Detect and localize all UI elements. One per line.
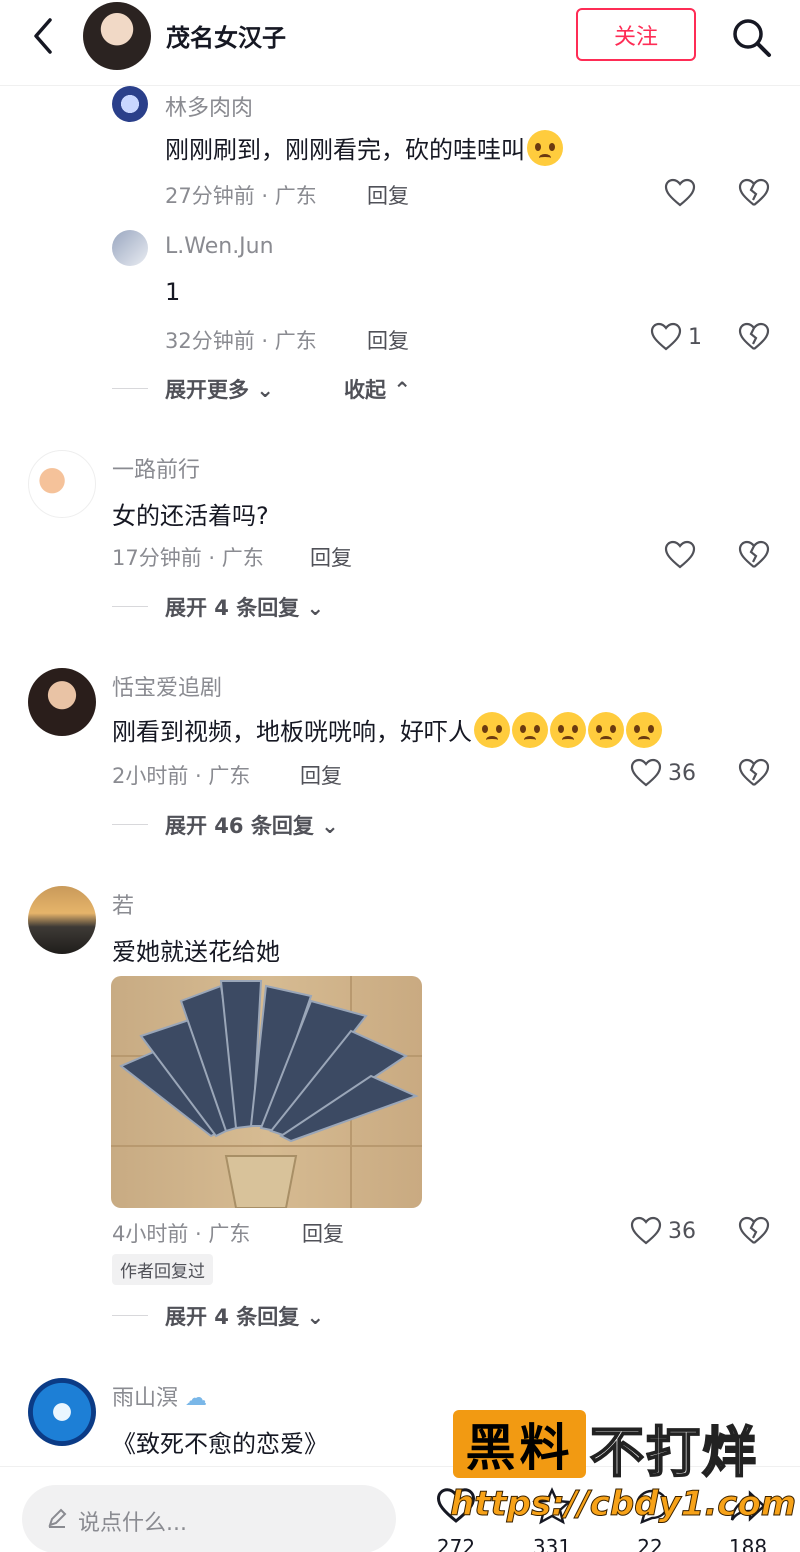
chevron-down-icon: ⌄: [256, 378, 274, 402]
pleading-emoji-icon: [588, 712, 624, 748]
comment-text: 《致死不愈的恋爱》: [112, 1430, 328, 1458]
expand-replies-label: 展开 4 条回复: [165, 1305, 300, 1329]
expand-replies-button[interactable]: 展开 4 条回复 ⌄: [165, 1301, 324, 1331]
knife-bouquet-image: [111, 976, 422, 1208]
top-bar: 茂名女汉子 关注: [0, 0, 800, 86]
reply-button[interactable]: 回复: [367, 325, 409, 355]
comment-text: 女的还活着吗?: [112, 502, 269, 530]
expand-more-button[interactable]: 展开更多 ⌄: [165, 374, 274, 404]
like-count: 1: [688, 324, 702, 350]
heart-icon: [630, 1216, 662, 1245]
comment-time: 4小时前 · 广东: [112, 1222, 251, 1246]
username[interactable]: 茂名女汉子: [166, 18, 286, 53]
broken-heart-icon[interactable]: [738, 178, 770, 208]
laughing-crying-emoji-icon: [527, 130, 563, 166]
chevron-down-icon: ⌄: [306, 596, 325, 620]
comment-text-content: 刚看到视频，地板咣咣响，好吓人: [112, 718, 472, 746]
expand-more-label: 展开更多: [165, 378, 249, 402]
avatar[interactable]: [28, 668, 96, 736]
pleading-emoji-icon: [550, 712, 586, 748]
divider: [112, 388, 148, 389]
pen-icon: [48, 1508, 67, 1528]
favorite-count: 331: [532, 1535, 572, 1552]
comment-time: 17分钟前 · 广东: [112, 546, 264, 570]
expand-replies-button[interactable]: 展开 4 条回复 ⌄: [165, 592, 324, 622]
avatar[interactable]: [112, 86, 148, 122]
comment-author[interactable]: L.Wen.Jun: [165, 234, 274, 259]
broken-heart-icon[interactable]: [738, 540, 770, 570]
heart-icon: [650, 322, 682, 351]
like-count: 36: [668, 760, 696, 786]
avatar[interactable]: [28, 886, 96, 954]
pleading-emoji-icon: [626, 712, 662, 748]
comment-time: 27分钟前 · 广东: [165, 184, 317, 208]
cloud-rain-icon: ☁: [185, 1386, 208, 1411]
comment-author[interactable]: 若: [112, 888, 134, 920]
back-icon[interactable]: [26, 14, 62, 58]
follow-button[interactable]: 关注: [576, 8, 696, 61]
watermark-box: 黑料: [453, 1410, 586, 1478]
comment-text: 刚看到视频，地板咣咣响，好吓人: [112, 712, 662, 748]
expand-replies-label: 展开 46 条回复: [165, 814, 314, 838]
like-button[interactable]: 36: [630, 1216, 696, 1246]
comment-text-content: 刚刚刷到，刚刚看完，砍的哇哇叫: [165, 136, 525, 164]
reply-button[interactable]: 回复: [367, 180, 409, 210]
like-count: 272: [436, 1535, 476, 1552]
watermark-text: 不打烊: [589, 1420, 758, 1485]
reply-button[interactable]: 回复: [310, 542, 352, 572]
comment-author[interactable]: 雨山溟 ☁: [112, 1380, 207, 1412]
comment-time: 2小时前 · 广东: [112, 764, 251, 788]
avatar[interactable]: [28, 1378, 96, 1446]
comment-text: 刚刚刷到，刚刚看完，砍的哇哇叫: [165, 130, 563, 166]
collapse-label: 收起: [344, 378, 386, 402]
pleading-emoji-icon: [512, 712, 548, 748]
broken-heart-icon[interactable]: [738, 758, 770, 788]
divider: [112, 824, 148, 825]
comment-input-placeholder: 说点什么...: [78, 1511, 187, 1536]
like-count: 36: [668, 1218, 696, 1244]
expand-replies-button[interactable]: 展开 46 条回复 ⌄: [165, 810, 339, 840]
broken-heart-icon[interactable]: [738, 1216, 770, 1246]
heart-icon[interactable]: [664, 178, 696, 208]
broken-heart-icon[interactable]: [738, 322, 770, 352]
search-icon[interactable]: [728, 14, 774, 60]
reply-button[interactable]: 回复: [302, 1218, 344, 1248]
avatar[interactable]: [112, 230, 148, 266]
comment-text: 1: [165, 278, 181, 306]
reply-button[interactable]: 回复: [300, 760, 342, 790]
share-count: 188: [728, 1535, 768, 1552]
like-button[interactable]: 36: [630, 758, 696, 788]
comment-author[interactable]: 恬宝爱追剧: [112, 670, 222, 702]
avatar[interactable]: [28, 450, 96, 518]
user-avatar[interactable]: [83, 2, 151, 70]
comment-image[interactable]: [111, 976, 422, 1208]
chevron-up-icon: ⌃: [393, 378, 411, 402]
comment-author[interactable]: 一路前行: [112, 452, 200, 484]
chevron-down-icon: ⌄: [321, 814, 339, 838]
divider: [112, 1315, 148, 1316]
expand-replies-label: 展开 4 条回复: [165, 596, 300, 620]
divider: [112, 606, 148, 607]
author-replied-badge: 作者回复过: [112, 1254, 213, 1285]
comment-time: 32分钟前 · 广东: [165, 329, 317, 353]
watermark-url: https://cbdy1.com: [449, 1484, 797, 1525]
heart-icon: [630, 758, 662, 787]
collapse-button[interactable]: 收起 ⌃: [344, 374, 411, 404]
pleading-emoji-icon: [474, 712, 510, 748]
chevron-down-icon: ⌄: [306, 1305, 325, 1329]
comment-count: 22: [637, 1535, 663, 1552]
like-button[interactable]: 1: [650, 322, 702, 352]
heart-icon[interactable]: [664, 540, 696, 570]
comment-author[interactable]: 林多肉肉: [165, 90, 253, 122]
comment-author-name: 雨山溟: [112, 1386, 179, 1411]
comment-text: 爱她就送花给她: [112, 938, 280, 966]
